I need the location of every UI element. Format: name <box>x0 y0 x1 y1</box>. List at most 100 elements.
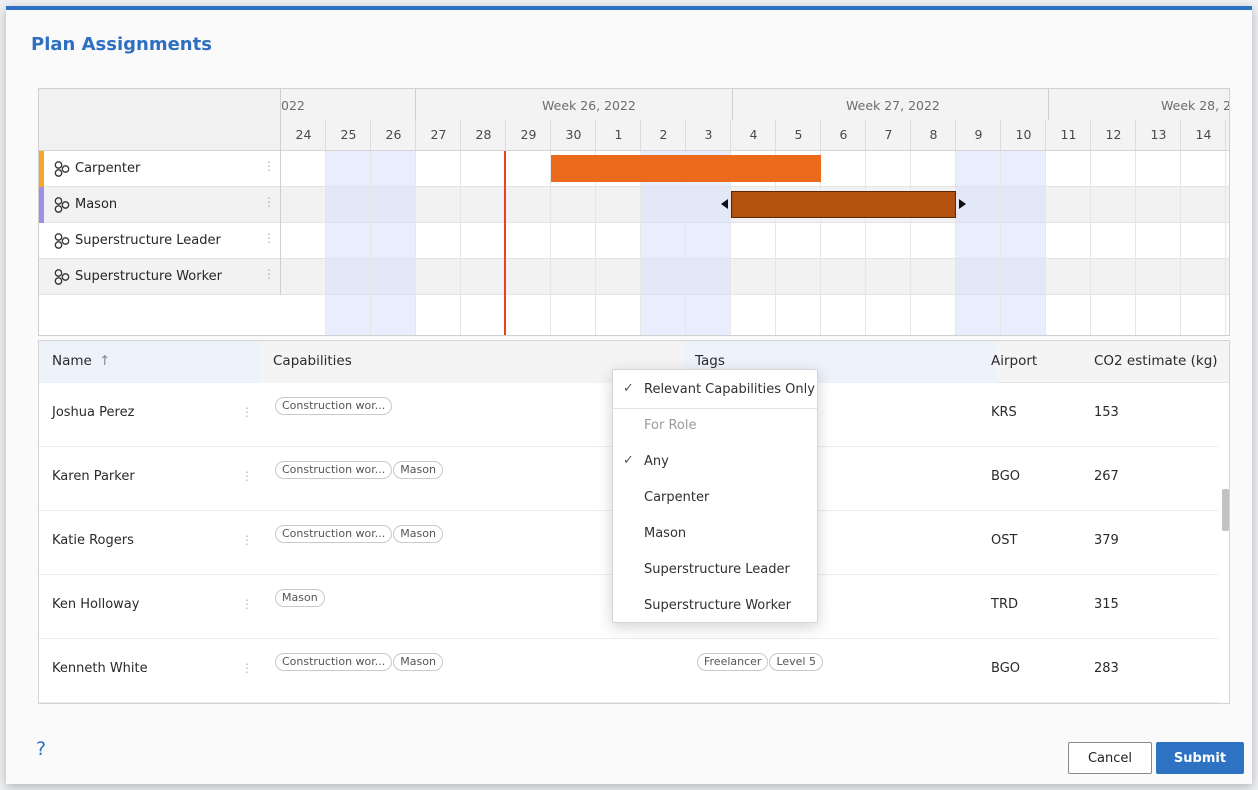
capability-chips: Construction wor... Mason <box>275 461 444 479</box>
co2-value: 267 <box>1094 469 1119 484</box>
help-icon[interactable]: ? <box>36 738 46 760</box>
menu-item-label: Mason <box>644 526 687 541</box>
resize-left-handle-icon[interactable] <box>721 199 728 209</box>
menu-item-label: For Role <box>644 418 697 433</box>
cancel-button[interactable]: Cancel <box>1068 742 1152 774</box>
row-menu-icon[interactable]: ⋮ <box>263 231 275 245</box>
day-column <box>281 151 326 335</box>
day-column <box>821 151 866 335</box>
role-name: Mason <box>75 197 118 212</box>
assignment-bar[interactable] <box>731 191 956 218</box>
role-label-cell[interactable]: Superstructure Leader ⋮ <box>39 223 281 259</box>
menu-section-header: For Role <box>613 408 817 444</box>
capability-chip: Mason <box>393 653 443 671</box>
row-menu-icon[interactable]: ⋮ <box>241 533 253 547</box>
table-row[interactable]: Kenneth White ⋮ Construction wor... Mason Fr… <box>39 639 1219 703</box>
day-label: 26 <box>385 127 402 142</box>
menu-item-label: Any <box>644 454 669 469</box>
assignment-bar[interactable] <box>551 155 821 182</box>
day-label: 8 <box>929 127 938 142</box>
day-column <box>1001 151 1046 335</box>
row-menu-icon[interactable]: ⋮ <box>241 469 253 483</box>
day-label: 4 <box>749 127 758 142</box>
resource-name: Karen Parker <box>52 469 135 484</box>
column-name-header[interactable]: Name ↑ <box>52 353 110 369</box>
day-label: 10 <box>1015 127 1032 142</box>
checkmark-icon: ✓ <box>623 453 634 468</box>
resize-right-handle-icon[interactable] <box>959 199 966 209</box>
menu-item-label: Superstructure Worker <box>644 598 792 613</box>
column-tags-header[interactable]: Tags <box>695 353 725 369</box>
day-column <box>956 151 1001 335</box>
checkmark-icon: ✓ <box>623 381 634 396</box>
co2-value: 153 <box>1094 405 1119 420</box>
resource-name: Ken Holloway <box>52 597 140 612</box>
row-menu-icon[interactable]: ⋮ <box>263 267 275 281</box>
submit-button[interactable]: Submit <box>1156 742 1244 774</box>
menu-item-relevant-capabilities-only[interactable]: ✓ Relevant Capabilities Only <box>613 372 817 408</box>
menu-item-carpenter[interactable]: Carpenter <box>613 480 817 516</box>
day-label: 11 <box>1060 127 1077 142</box>
row-menu-icon[interactable]: ⋮ <box>241 405 253 419</box>
row-menu-icon[interactable]: ⋮ <box>241 597 253 611</box>
column-airport-header[interactable]: Airport <box>991 353 1037 369</box>
role-icon <box>53 268 71 286</box>
menu-item-any[interactable]: ✓ Any <box>613 444 817 480</box>
column-capabilities-header[interactable]: Capabilities <box>273 353 352 369</box>
day-column <box>1136 151 1181 335</box>
menu-item-superstructure-worker[interactable]: Superstructure Worker <box>613 588 817 624</box>
menu-item-mason[interactable]: Mason <box>613 516 817 552</box>
day-column <box>371 151 416 335</box>
day-label: 12 <box>1105 127 1122 142</box>
role-label-cell[interactable]: Mason ⋮ <box>39 187 281 223</box>
tag-chips: Freelancer Level 5 <box>697 653 824 671</box>
role-color-marker <box>39 187 44 223</box>
column-name-label: Name <box>52 353 92 369</box>
role-label-cell[interactable]: Superstructure Worker ⋮ <box>39 259 281 295</box>
capability-chips: Construction wor... <box>275 397 393 415</box>
day-label: 25 <box>340 127 357 142</box>
row-menu-icon[interactable]: ⋮ <box>241 661 253 675</box>
co2-value: 283 <box>1094 661 1119 676</box>
capability-chip: Construction wor... <box>275 525 393 543</box>
menu-item-superstructure-leader[interactable]: Superstructure Leader <box>613 552 817 588</box>
airport-value: BGO <box>991 469 1020 484</box>
day-label: 7 <box>884 127 893 142</box>
week-separator <box>415 89 416 120</box>
role-name: Superstructure Worker <box>75 269 223 284</box>
day-label: 1 <box>614 127 623 142</box>
capability-chips: Construction wor... Mason <box>275 525 444 543</box>
day-label: 30 <box>565 127 582 142</box>
column-co2-header[interactable]: CO2 estimate (kg) <box>1094 353 1218 369</box>
resource-name: Kenneth White <box>52 661 148 676</box>
day-label: 13 <box>1150 127 1167 142</box>
menu-item-label: Relevant Capabilities Only <box>644 382 815 397</box>
day-column <box>506 151 551 335</box>
day-label: 24 <box>295 127 312 142</box>
day-column <box>866 151 911 335</box>
day-label: 6 <box>839 127 848 142</box>
row-menu-icon[interactable]: ⋮ <box>263 195 275 209</box>
capability-chip: Mason <box>393 461 443 479</box>
tag-chip: Freelancer <box>697 653 769 671</box>
day-separator <box>1225 120 1226 150</box>
week-label: 022 <box>281 98 305 113</box>
day-label: 29 <box>520 127 537 142</box>
week-separator <box>1048 89 1049 120</box>
gantt-timeline-header: 022 Week 26, 2022 Week 27, 2022 Week 28, 2 2… <box>281 89 1229 151</box>
day-column <box>326 151 371 335</box>
role-label-cell[interactable]: Carpenter ⋮ <box>39 151 281 187</box>
capability-chip: Mason <box>393 525 443 543</box>
role-name: Carpenter <box>75 161 141 176</box>
table-scrollbar[interactable] <box>1222 489 1229 531</box>
sort-ascending-icon: ↑ <box>99 353 111 369</box>
day-label: 14 <box>1195 127 1212 142</box>
day-label: 3 <box>704 127 713 142</box>
gantt-corner <box>39 89 281 151</box>
airport-value: TRD <box>991 597 1018 612</box>
tag-chip: Level 5 <box>769 653 823 671</box>
today-marker <box>504 151 506 335</box>
day-column <box>911 151 956 335</box>
menu-divider <box>613 408 817 409</box>
row-menu-icon[interactable]: ⋮ <box>263 159 275 173</box>
